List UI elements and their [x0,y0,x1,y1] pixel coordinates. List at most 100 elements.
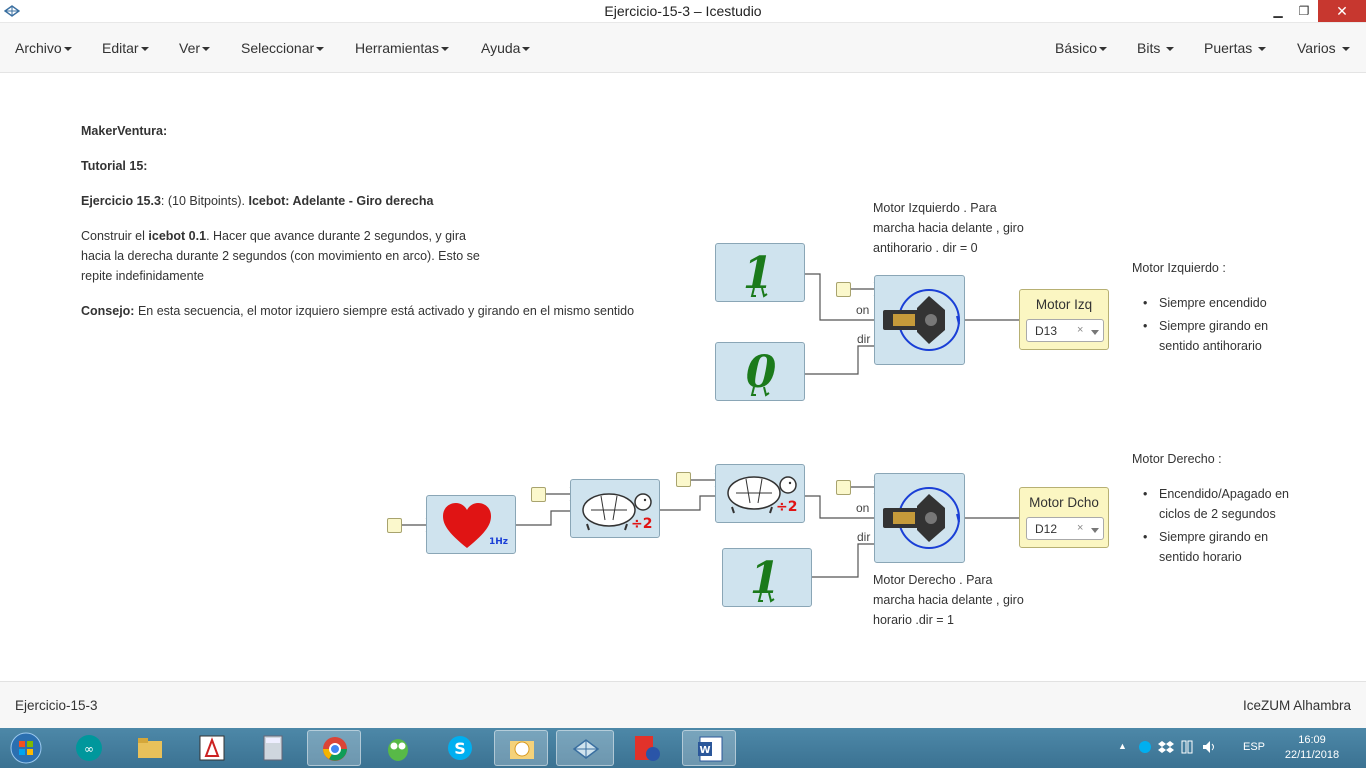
chevron-down-icon [63,47,72,52]
taskbar-skype[interactable]: S [433,730,487,766]
owl-app-icon [388,739,408,761]
board-name[interactable]: IceZUM Alhambra [1243,698,1351,713]
taskbar-icestudio[interactable] [556,730,614,766]
servo-motor-right-block[interactable] [874,473,965,563]
taskbar-outlook[interactable] [494,730,548,766]
chevron-down-icon [1258,47,1267,52]
list-item: Siempre girando en sentido antihorario [1143,316,1309,356]
clock[interactable]: 16:09 22/11/2018 [1280,733,1344,763]
menu-editar[interactable]: Editar [102,40,149,56]
skype-tray-icon[interactable] [1138,740,1152,754]
icestudio-icon [572,739,600,759]
constant-one-block[interactable]: 1 [715,243,805,302]
clear-icon[interactable]: × [1077,324,1083,336]
menu-ayuda[interactable]: Ayuda [481,40,531,56]
servo-motor-left-block[interactable] [874,275,965,365]
arduino-icon: ∞ [76,735,102,761]
taskbar-fritzing[interactable] [620,730,674,766]
constant-one-block[interactable]: 1 [722,548,812,607]
comment-line: marcha hacia delante , giro [873,593,1024,607]
menu-puertas-label: Puertas [1204,40,1253,56]
servo-icon [883,289,960,351]
constant-zero-block[interactable]: 0 [715,342,805,401]
windows-start-icon [10,732,42,764]
minimize-button[interactable]: ▁ [1264,0,1292,22]
dropdown-arrow-icon[interactable] [1091,330,1099,335]
tray-expand-icon[interactable]: ▲ [1118,741,1127,751]
chrome-icon [323,737,347,761]
word-icon: W [698,736,723,762]
digit-one-icon: 1 [743,248,774,299]
heart-clock-block[interactable]: 1Hz [426,495,516,554]
input-port[interactable] [387,518,402,533]
chevron-down-icon [441,47,450,52]
taskbar-chrome[interactable] [307,730,361,766]
maximize-button[interactable]: ❐ [1290,0,1318,22]
output-motor-izq[interactable]: Motor Izq D13 × [1019,289,1109,350]
window-title: Ejercicio-15-3 – Icestudio [604,3,762,19]
motor-right-info-title: Motor Derecho : [1132,452,1222,466]
chevron-down-icon [1166,47,1175,52]
comment-line: antihorario . dir = 0 [873,241,978,255]
start-button[interactable] [0,730,50,766]
menu-ver[interactable]: Ver [179,40,211,56]
chevron-down-icon [522,47,531,52]
calculator-icon [263,735,283,761]
drawing-app-icon [199,735,225,761]
wire [812,543,874,578]
output-motor-dcho[interactable]: Motor Dcho D12 × [1019,487,1109,548]
wire [516,510,570,526]
menu-varios-label: Varios [1297,40,1336,56]
input-port[interactable] [676,472,691,487]
divider-label: ÷2 [631,516,652,532]
motor-left-info-title: Motor Izquierdo : [1132,261,1226,275]
pin-select[interactable]: D13 × [1026,319,1104,342]
svg-text:S: S [454,739,466,758]
dropdown-arrow-icon[interactable] [1091,528,1099,533]
prescaler-block-1[interactable]: ÷2 [570,479,660,538]
clear-icon[interactable]: × [1077,522,1083,534]
taskbar-owl-app[interactable] [371,730,425,766]
taskbar-explorer[interactable] [123,730,177,766]
taskbar-arduino[interactable]: ∞ [62,730,116,766]
input-port[interactable] [531,487,546,502]
close-button[interactable]: ✕ [1318,0,1366,22]
menu-seleccionar[interactable]: Seleccionar [241,40,325,56]
fritzing-icon [635,736,660,761]
volume-icon[interactable] [1202,740,1216,754]
list-item: Siempre encendido [1143,293,1309,313]
taskbar-word[interactable]: W [682,730,736,766]
pin-select[interactable]: D12 × [1026,517,1104,540]
input-port[interactable] [836,282,851,297]
constant-value: 1 [743,248,774,299]
menu-herramientas[interactable]: Herramientas [355,40,450,56]
taskbar-calculator[interactable] [246,730,300,766]
menu-bar: Archivo Editar Ver Seleccionar Herramien… [0,23,1366,73]
motor-left-info-list: Siempre encendido Siempre girando en sen… [1143,293,1309,359]
title-bar: Ejercicio-15-3 – Icestudio ▁ ❐ ✕ [0,0,1366,23]
digit-one-icon: 1 [750,553,781,604]
port-dir-label: dir [857,530,871,544]
chevron-down-icon [1341,47,1350,52]
menu-basico[interactable]: Básico [1055,40,1108,56]
wire [805,345,874,375]
input-port[interactable] [836,480,851,495]
skype-icon: S [448,736,472,760]
project-name: Ejercicio-15-3 [15,698,98,713]
dropbox-icon[interactable] [1158,740,1174,754]
port-on-label: on [856,501,870,515]
menu-archivo[interactable]: Archivo [15,40,72,56]
taskbar-drawing-app[interactable] [185,730,239,766]
menu-bits[interactable]: Bits [1137,40,1175,56]
design-canvas[interactable]: MakerVentura: Tutorial 15: Ejercicio 15.… [0,74,1366,681]
constant-value: 0 [746,347,777,398]
pin-value: D13 [1035,324,1058,338]
menu-puertas[interactable]: Puertas [1204,40,1267,56]
wires [402,273,1019,578]
network-icon[interactable] [1180,739,1194,755]
wire [660,495,715,511]
prescaler-block-2[interactable]: ÷2 [715,464,805,523]
menu-bits-label: Bits [1137,40,1161,56]
menu-varios[interactable]: Varios [1297,40,1350,56]
language-indicator[interactable]: ESP [1243,741,1265,781]
